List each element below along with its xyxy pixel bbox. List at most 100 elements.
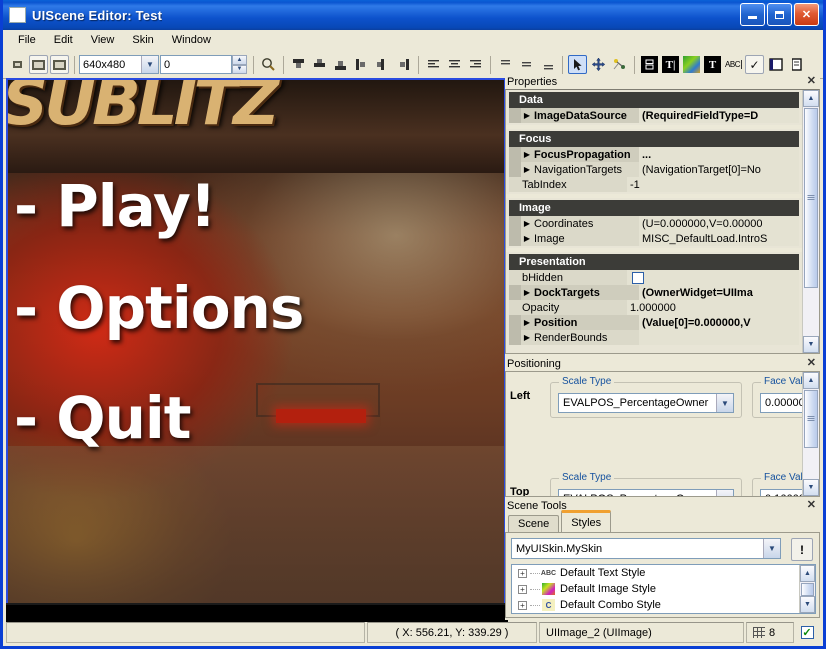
properties-grid[interactable]: Data ▶ ImageDataSource (RequiredFieldTyp… [505,89,820,354]
spacing-increase-button[interactable] [538,55,557,74]
maximize-button[interactable] [767,3,792,26]
stepper-up-icon[interactable]: ▲ [232,55,247,65]
scene-canvas[interactable]: SUBLITZ - Play! - Options - Quit [6,78,508,623]
align-top-button[interactable] [289,55,308,74]
zoom-level-input[interactable]: 0 [160,55,232,74]
chevron-down-icon[interactable]: ▼ [141,56,158,73]
property-row[interactable]: Opacity 1.000000 [509,300,799,315]
scale-type-left-dropdown[interactable]: EVALPOS_PercentageOwner ▼ [558,393,734,413]
skin-dropdown[interactable]: MyUISkin.MySkin ▼ [511,538,781,559]
viewport-large-button[interactable] [50,55,69,74]
property-value[interactable] [639,330,799,345]
viewport-medium-button[interactable] [29,55,48,74]
expand-box[interactable]: + [518,601,527,610]
expand-arrow-icon[interactable]: ▶ [521,165,533,174]
scale-type-top-dropdown[interactable]: EVALPOS_PercentageOwner ▼ [558,489,734,497]
justify-center-button[interactable] [445,55,464,74]
scroll-down-icon[interactable]: ▼ [800,596,815,613]
scroll-up-icon[interactable]: ▲ [803,372,819,389]
property-value[interactable]: 1.000000 [627,300,799,315]
positioning-scrollbar-thumb[interactable] [804,390,818,448]
insert-checkbox-button[interactable]: ✓ [745,55,764,74]
align-center-vertical-button[interactable] [373,55,392,74]
property-value-checkbox-cell[interactable] [627,270,799,285]
scroll-up-icon[interactable]: ▲ [803,90,819,107]
align-right-edge-button[interactable] [394,55,413,74]
menu-option-play[interactable]: - Play! [14,176,215,236]
property-row[interactable]: ▶ ImageDataSource (RequiredFieldType=D [509,108,799,123]
property-row[interactable]: ▶ RenderBounds [509,330,799,345]
insert-label-button[interactable]: T| [661,55,680,74]
positioning-close-icon[interactable]: ✕ [807,358,816,369]
viewport-small-button[interactable] [8,55,27,74]
expand-arrow-icon[interactable]: ▶ [521,333,533,342]
zoom-level-stepper[interactable]: ▲ ▼ [232,55,247,74]
minimize-button[interactable] [740,3,765,26]
resolution-combo[interactable]: 640x480 ▼ [79,55,159,74]
insert-button-button[interactable] [640,55,659,74]
scroll-down-icon[interactable]: ▼ [803,479,819,496]
menu-item-edit[interactable]: Edit [45,32,82,48]
styles-tree-scrollbar[interactable]: ▲ ▼ [799,565,815,613]
chevron-down-icon[interactable]: ▼ [716,490,733,497]
property-row[interactable]: TabIndex -1 [509,177,799,192]
tab-scene[interactable]: Scene [508,515,559,532]
positioning-scrollbar[interactable]: ▲ ▼ [802,372,819,496]
property-value[interactable]: ... [639,147,799,162]
scroll-up-icon[interactable]: ▲ [800,565,815,582]
zoom-button[interactable] [259,55,278,74]
scroll-down-icon[interactable]: ▼ [803,336,819,353]
align-left-edge-button[interactable] [352,55,371,74]
property-row[interactable]: bHidden [509,270,799,285]
property-value[interactable]: MISC_DefaultLoad.IntroS [639,231,799,246]
menu-item-window[interactable]: Window [163,32,220,48]
expand-arrow-icon[interactable]: ▶ [521,150,533,159]
property-category-data[interactable]: Data [509,92,799,108]
menu-option-quit[interactable]: - Quit [14,388,190,448]
property-row[interactable]: ▶ FocusPropagation ... [509,147,799,162]
align-middle-button[interactable] [310,55,329,74]
property-row[interactable]: ▶ Position (Value[0]=0.000000,V [509,315,799,330]
spacing-decrease-button[interactable] [496,55,515,74]
list-item[interactable]: + ABC Default Text Style [512,565,815,581]
expand-arrow-icon[interactable]: ▶ [521,234,533,243]
property-row[interactable]: ▶ Image MISC_DefaultLoad.IntroS [509,231,799,246]
spacing-equal-button[interactable] [517,55,536,74]
styles-tree[interactable]: + ABC Default Text Style + Default Image… [511,564,816,614]
menu-item-view[interactable]: View [82,32,124,48]
chevron-down-icon[interactable]: ▼ [763,539,780,558]
properties-close-icon[interactable]: ✕ [807,76,816,87]
status-checkbox-icon[interactable]: ✓ [801,626,814,639]
insert-text-button[interactable]: T [703,55,722,74]
justify-left-button[interactable] [424,55,443,74]
expand-arrow-icon[interactable]: ▶ [521,288,533,297]
property-value[interactable]: (OwnerWidget=UIIma [639,285,799,300]
property-value[interactable]: (Value[0]=0.000000,V [639,315,799,330]
property-value[interactable]: -1 [627,177,799,192]
select-tool-button[interactable] [568,55,587,74]
status-toggle[interactable]: ✓ [796,622,818,643]
property-row[interactable]: ▶ Coordinates (U=0.000000,V=0.00000 [509,216,799,231]
expand-arrow-icon[interactable]: ▶ [521,219,533,228]
expand-arrow-icon[interactable]: ▶ [521,111,533,120]
list-item[interactable]: + C Default Combo Style [512,597,815,613]
property-row[interactable]: ▶ DockTargets (OwnerWidget=UIIma [509,285,799,300]
close-button[interactable]: ✕ [794,3,819,26]
properties-scrollbar[interactable]: ▲ ▼ [802,90,819,353]
property-category-focus[interactable]: Focus [509,131,799,147]
properties-scrollbar-thumb[interactable] [804,108,818,288]
apply-skin-button[interactable]: ! [791,538,813,561]
focus-chain-button[interactable] [610,55,629,74]
expand-arrow-icon[interactable]: ▶ [521,318,533,327]
stepper-down-icon[interactable]: ▼ [232,65,247,75]
align-bottom-button[interactable] [331,55,350,74]
chevron-down-icon[interactable]: ▼ [716,394,733,412]
insert-editbox-button[interactable]: ABC [724,55,743,74]
list-item[interactable]: + Default Image Style [512,581,815,597]
property-category-image[interactable]: Image [509,200,799,216]
insert-list-button[interactable] [787,55,806,74]
styles-scrollbar-thumb[interactable] [801,583,814,596]
bhidden-checkbox[interactable] [632,272,644,284]
menu-item-file[interactable]: File [9,32,45,48]
property-value[interactable]: (U=0.000000,V=0.00000 [639,216,799,231]
